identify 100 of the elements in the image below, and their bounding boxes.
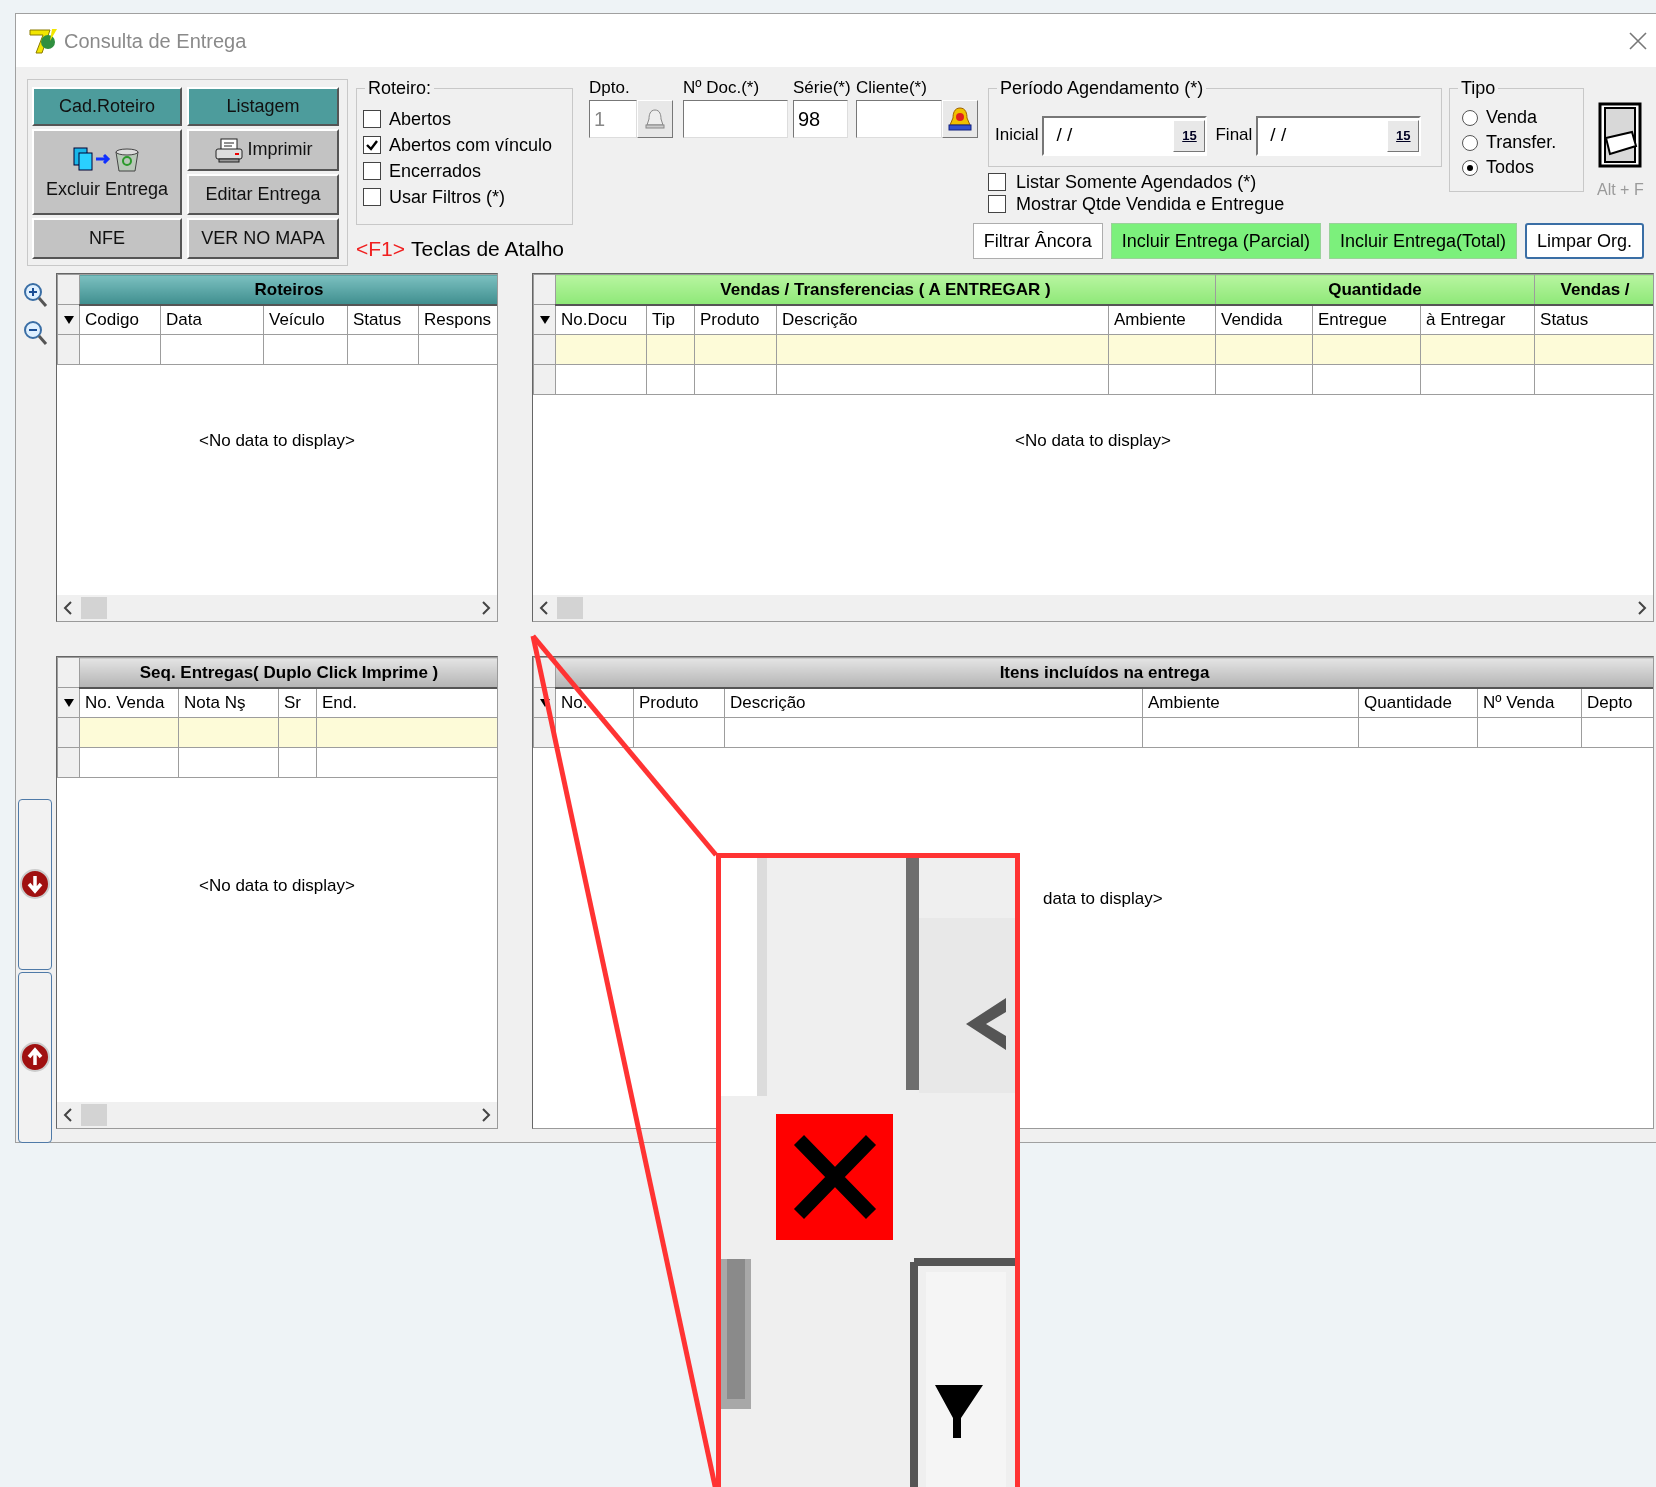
- scroll-left-icon[interactable]: [63, 601, 73, 615]
- lookup-field[interactable]: [856, 100, 942, 138]
- column-header[interactable]: Nota Nş: [178, 687, 279, 718]
- shortcut-label: Teclas de Atalho: [411, 236, 564, 262]
- scroll-right-icon[interactable]: [481, 601, 491, 615]
- column-header[interactable]: Status: [347, 304, 419, 335]
- column-header[interactable]: à Entregar: [1420, 304, 1535, 335]
- field-label: Final: [1215, 124, 1253, 146]
- column-header[interactable]: Veículo: [263, 304, 348, 335]
- checkbox-label: Mostrar Qtde Vendida e Entregue: [1016, 192, 1285, 216]
- group-title: Tipo: [1458, 78, 1499, 98]
- shortcut-key: <F1>: [356, 233, 406, 265]
- column-header[interactable]: Ambiente: [1108, 304, 1216, 335]
- action-button[interactable]: Incluir Entrega(Total): [1328, 223, 1517, 259]
- zoom-in-icon[interactable]: [22, 281, 48, 309]
- calendar-button[interactable]: 15: [1387, 119, 1420, 152]
- bell-icon: [643, 107, 667, 131]
- column-header[interactable]: Data: [160, 304, 264, 335]
- column-header[interactable]: Sr: [278, 687, 317, 718]
- text-field[interactable]: [683, 100, 788, 138]
- band-header: Seq. Entregas( Duplo Click Imprime ): [79, 657, 497, 688]
- toolbar-button[interactable]: Cad.Roteiro: [32, 87, 182, 126]
- shortcut-hint: Alt + F: [1597, 180, 1644, 200]
- column-header[interactable]: Entregue: [1312, 304, 1421, 335]
- scroll-right-icon[interactable]: [1637, 601, 1647, 615]
- checkbox[interactable]: [363, 110, 381, 128]
- close-icon: [776, 1114, 893, 1240]
- toolbar-button[interactable]: Listagem: [187, 87, 339, 126]
- app-logo-icon: [28, 26, 58, 55]
- field-label: Nº Doc.(*): [683, 78, 761, 99]
- arrow-down-icon: [19, 868, 51, 901]
- close-icon[interactable]: [1628, 30, 1648, 51]
- band-header: Vendas /: [1534, 274, 1653, 305]
- radio-button[interactable]: [1462, 159, 1478, 176]
- column-header[interactable]: Nº Venda: [1477, 687, 1582, 718]
- column-header[interactable]: No.Docu: [555, 304, 647, 335]
- band-header: Quantidade: [1215, 274, 1535, 305]
- band-header: Roteiros: [79, 274, 497, 305]
- text-field[interactable]: 98: [793, 100, 848, 138]
- checkbox[interactable]: [988, 195, 1006, 213]
- radio-label: Transfer.: [1486, 131, 1557, 154]
- column-header[interactable]: Vendida: [1215, 304, 1313, 335]
- bell-icon: [947, 106, 973, 132]
- radio-button[interactable]: [1462, 134, 1478, 151]
- column-header[interactable]: Produto: [633, 687, 725, 718]
- action-button[interactable]: Limpar Org.: [1524, 223, 1644, 259]
- column-header[interactable]: Tip: [646, 304, 695, 335]
- toolbar-button[interactable]: Editar Entrega: [187, 174, 339, 215]
- group-title: Período Agendamento (*): [997, 78, 1207, 98]
- lookup-field[interactable]: 1: [589, 100, 637, 138]
- horizontal-scrollbar[interactable]: [57, 595, 497, 621]
- scrollbar-thumb[interactable]: [81, 597, 107, 619]
- band-header: Itens incluídos na entrega: [555, 657, 1653, 688]
- toolbar-button[interactable]: VER NO MAPA: [187, 218, 339, 259]
- column-header[interactable]: Codigo: [79, 304, 161, 335]
- column-header[interactable]: Quantidade: [1358, 687, 1478, 718]
- column-header[interactable]: No. Venda: [79, 687, 179, 718]
- column-header[interactable]: Descrição: [776, 304, 1109, 335]
- column-header[interactable]: Ambiente: [1142, 687, 1359, 718]
- toolbar-button[interactable]: NFE: [32, 218, 182, 259]
- scrollbar-thumb[interactable]: [81, 1104, 107, 1126]
- checkbox-label: Listar Somente Agendados (*): [1016, 170, 1257, 194]
- calendar-button[interactable]: 15: [1173, 119, 1206, 152]
- checkbox[interactable]: [363, 162, 381, 180]
- scroll-left-icon[interactable]: [539, 601, 549, 615]
- filter-icon: [935, 1385, 983, 1438]
- radio-label: Todos: [1486, 156, 1535, 179]
- date-field[interactable]: / / 15: [1256, 115, 1422, 156]
- zoom-out-icon[interactable]: [22, 319, 48, 347]
- scroll-left-icon[interactable]: [63, 1108, 73, 1122]
- scroll-right-icon[interactable]: [481, 1108, 491, 1122]
- move-down-button[interactable]: [18, 798, 52, 970]
- checkbox[interactable]: [363, 136, 381, 154]
- field-label: Inicial: [995, 124, 1039, 146]
- print-button[interactable]: Imprimir: [187, 129, 339, 171]
- date-field[interactable]: / / 15: [1042, 115, 1208, 156]
- delete-button[interactable]: Excluir Entrega: [32, 129, 182, 215]
- checkbox-label: Abertos com vínculo: [389, 133, 553, 157]
- chevron-left-icon: [966, 998, 1006, 1050]
- checkbox-label: Abertos: [389, 107, 452, 131]
- radio-button[interactable]: [1462, 109, 1478, 126]
- action-button[interactable]: Incluir Entrega (Parcial): [1110, 223, 1321, 259]
- empty-message: <No data to display>: [198, 430, 356, 452]
- checkbox[interactable]: [363, 188, 381, 206]
- column-header[interactable]: Descrição: [724, 687, 1143, 718]
- move-up-button[interactable]: [18, 971, 52, 1143]
- column-header[interactable]: No.: [555, 687, 634, 718]
- arrow-up-icon: [19, 1041, 51, 1074]
- band-header: Vendas / Transferencias ( A ENTREGAR ): [555, 274, 1216, 305]
- scrollbar-thumb[interactable]: [557, 597, 583, 619]
- checkbox[interactable]: [988, 173, 1006, 191]
- action-button[interactable]: Filtrar Âncora: [972, 223, 1103, 259]
- lookup-button[interactable]: [942, 100, 978, 138]
- field-label: Cliente(*): [856, 78, 928, 99]
- column-header[interactable]: Produto: [694, 304, 777, 335]
- radio-label: Venda: [1486, 106, 1538, 129]
- lookup-button[interactable]: [637, 100, 673, 138]
- door-icon[interactable]: [1598, 102, 1643, 168]
- horizontal-scrollbar[interactable]: [57, 1102, 497, 1128]
- horizontal-scrollbar[interactable]: [533, 595, 1653, 621]
